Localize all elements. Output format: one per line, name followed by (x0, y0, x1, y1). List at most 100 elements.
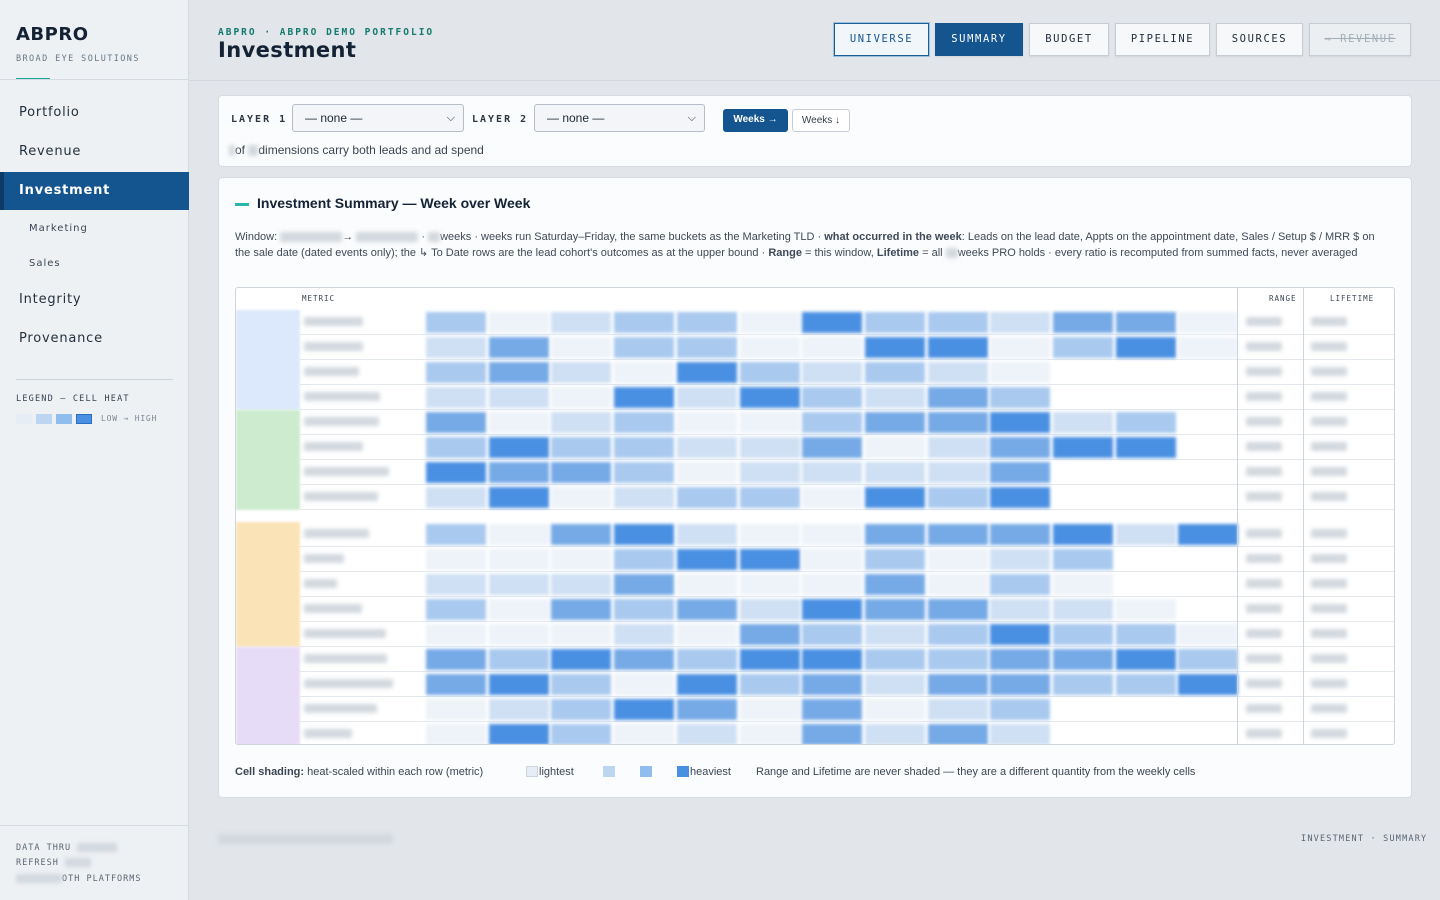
heat-cell (927, 412, 988, 433)
heat-cell (927, 674, 988, 695)
heat-cell (864, 699, 925, 720)
row-divider (300, 509, 1394, 510)
row-divider (300, 334, 1394, 335)
heat-cell (802, 549, 863, 570)
nav-revenue[interactable]: Revenue (0, 133, 189, 171)
heat-cell (927, 487, 988, 508)
heat-cell (1053, 624, 1113, 645)
budget-button[interactable]: BUDGET (1029, 23, 1109, 56)
heat-cell (739, 599, 800, 620)
layer1-select[interactable]: — none — ⌵ (292, 104, 464, 132)
page-title: Investment (218, 38, 357, 62)
heat-cell (990, 574, 1051, 595)
nav-integrity[interactable]: Integrity (0, 281, 189, 319)
platforms: OTH PLATFORMS (16, 874, 142, 884)
heat-cell (614, 624, 675, 645)
summary-button[interactable]: SUMMARY (935, 23, 1023, 56)
heat-cell (614, 437, 675, 458)
total-value (1246, 342, 1282, 351)
breadcrumb[interactable]: ABPRO · ABPRO DEMO PORTFOLIO (218, 27, 434, 38)
weeks-across-toggle[interactable]: Weeks → (723, 109, 788, 132)
heat-cell (426, 437, 486, 458)
heat-cell (1053, 649, 1113, 670)
total-value (1311, 467, 1347, 476)
heat-cell (739, 437, 800, 458)
col-header-lifetime: LIFETIME (1330, 294, 1375, 303)
heat-cell (676, 487, 737, 508)
heat-cell (426, 362, 486, 383)
heat-cell (864, 487, 925, 508)
heat-cell (864, 724, 925, 744)
revenue-link-button[interactable]: → REVENUE (1309, 23, 1411, 56)
heat-cell (1178, 674, 1239, 695)
heat-cell (488, 337, 549, 358)
brand-logo[interactable]: ABPRO (16, 24, 89, 45)
total-value (1246, 704, 1282, 713)
heat-cell (676, 549, 737, 570)
metric-label (304, 442, 363, 451)
heat-cell (676, 387, 737, 408)
heat-cell (551, 674, 612, 695)
total-value (1246, 554, 1282, 563)
heat-cell (1053, 337, 1113, 358)
heat-cell (927, 624, 988, 645)
heat-cell (739, 312, 800, 333)
heat-cell (676, 437, 737, 458)
row-divider (300, 621, 1394, 622)
total-value (1246, 417, 1282, 426)
heat-cell (864, 574, 925, 595)
heat-cell (551, 487, 612, 508)
legend-title: LEGEND — CELL HEAT (16, 394, 130, 404)
heat-cell (676, 312, 737, 333)
total-value (1246, 654, 1282, 663)
heat-cell (426, 599, 486, 620)
row-divider (300, 596, 1394, 597)
heat-cell (739, 549, 800, 570)
heat-cell (614, 674, 675, 695)
heat-cell (739, 524, 800, 545)
col-header-range: RANGE (1269, 294, 1297, 303)
heat-cell (488, 574, 549, 595)
subnav-sales[interactable]: Sales (29, 258, 61, 269)
heat-cell (676, 337, 737, 358)
nav-provenance[interactable]: Provenance (0, 320, 189, 358)
heat-cell (676, 524, 737, 545)
heat-cell (426, 412, 486, 433)
metric-label (304, 529, 369, 538)
row-divider (300, 696, 1394, 697)
nav-portfolio[interactable]: Portfolio (0, 94, 189, 132)
universe-button[interactable]: UNIVERSE (834, 23, 929, 56)
heat-cell (426, 487, 486, 508)
subnav-marketing[interactable]: Marketing (29, 223, 88, 234)
total-value (1311, 654, 1347, 663)
heat-cell (990, 387, 1051, 408)
heat-cell (426, 549, 486, 570)
heat-cell (551, 387, 612, 408)
heat-cell (676, 624, 737, 645)
heat-cell (676, 674, 737, 695)
weeks-down-toggle[interactable]: Weeks ↓ (792, 109, 850, 132)
pipeline-button[interactable]: PIPELINE (1115, 23, 1210, 56)
heat-cell (864, 437, 925, 458)
heat-cell (990, 724, 1051, 744)
section-title: Investment Summary — Week over Week (257, 195, 531, 211)
layer2-select[interactable]: — none — ⌵ (534, 104, 705, 132)
heat-cell (614, 649, 675, 670)
row-divider (300, 646, 1394, 647)
heat-cell (990, 337, 1051, 358)
heat-cell (614, 599, 675, 620)
metric-label (304, 704, 377, 713)
nav-investment[interactable]: Investment (0, 172, 189, 210)
heat-cell (426, 462, 486, 483)
total-value (1311, 417, 1347, 426)
dimension-note: of dimensions carry both leads and ad sp… (229, 143, 484, 157)
sources-button[interactable]: SOURCES (1216, 23, 1303, 56)
heat-cell (739, 362, 800, 383)
total-value (1311, 367, 1347, 376)
legend-swatch (36, 414, 52, 424)
legend-range: LOW → HIGH (101, 414, 158, 423)
total-value (1311, 342, 1347, 351)
row-divider (300, 409, 1394, 410)
heat-cell (614, 362, 675, 383)
heat-cell (426, 649, 486, 670)
